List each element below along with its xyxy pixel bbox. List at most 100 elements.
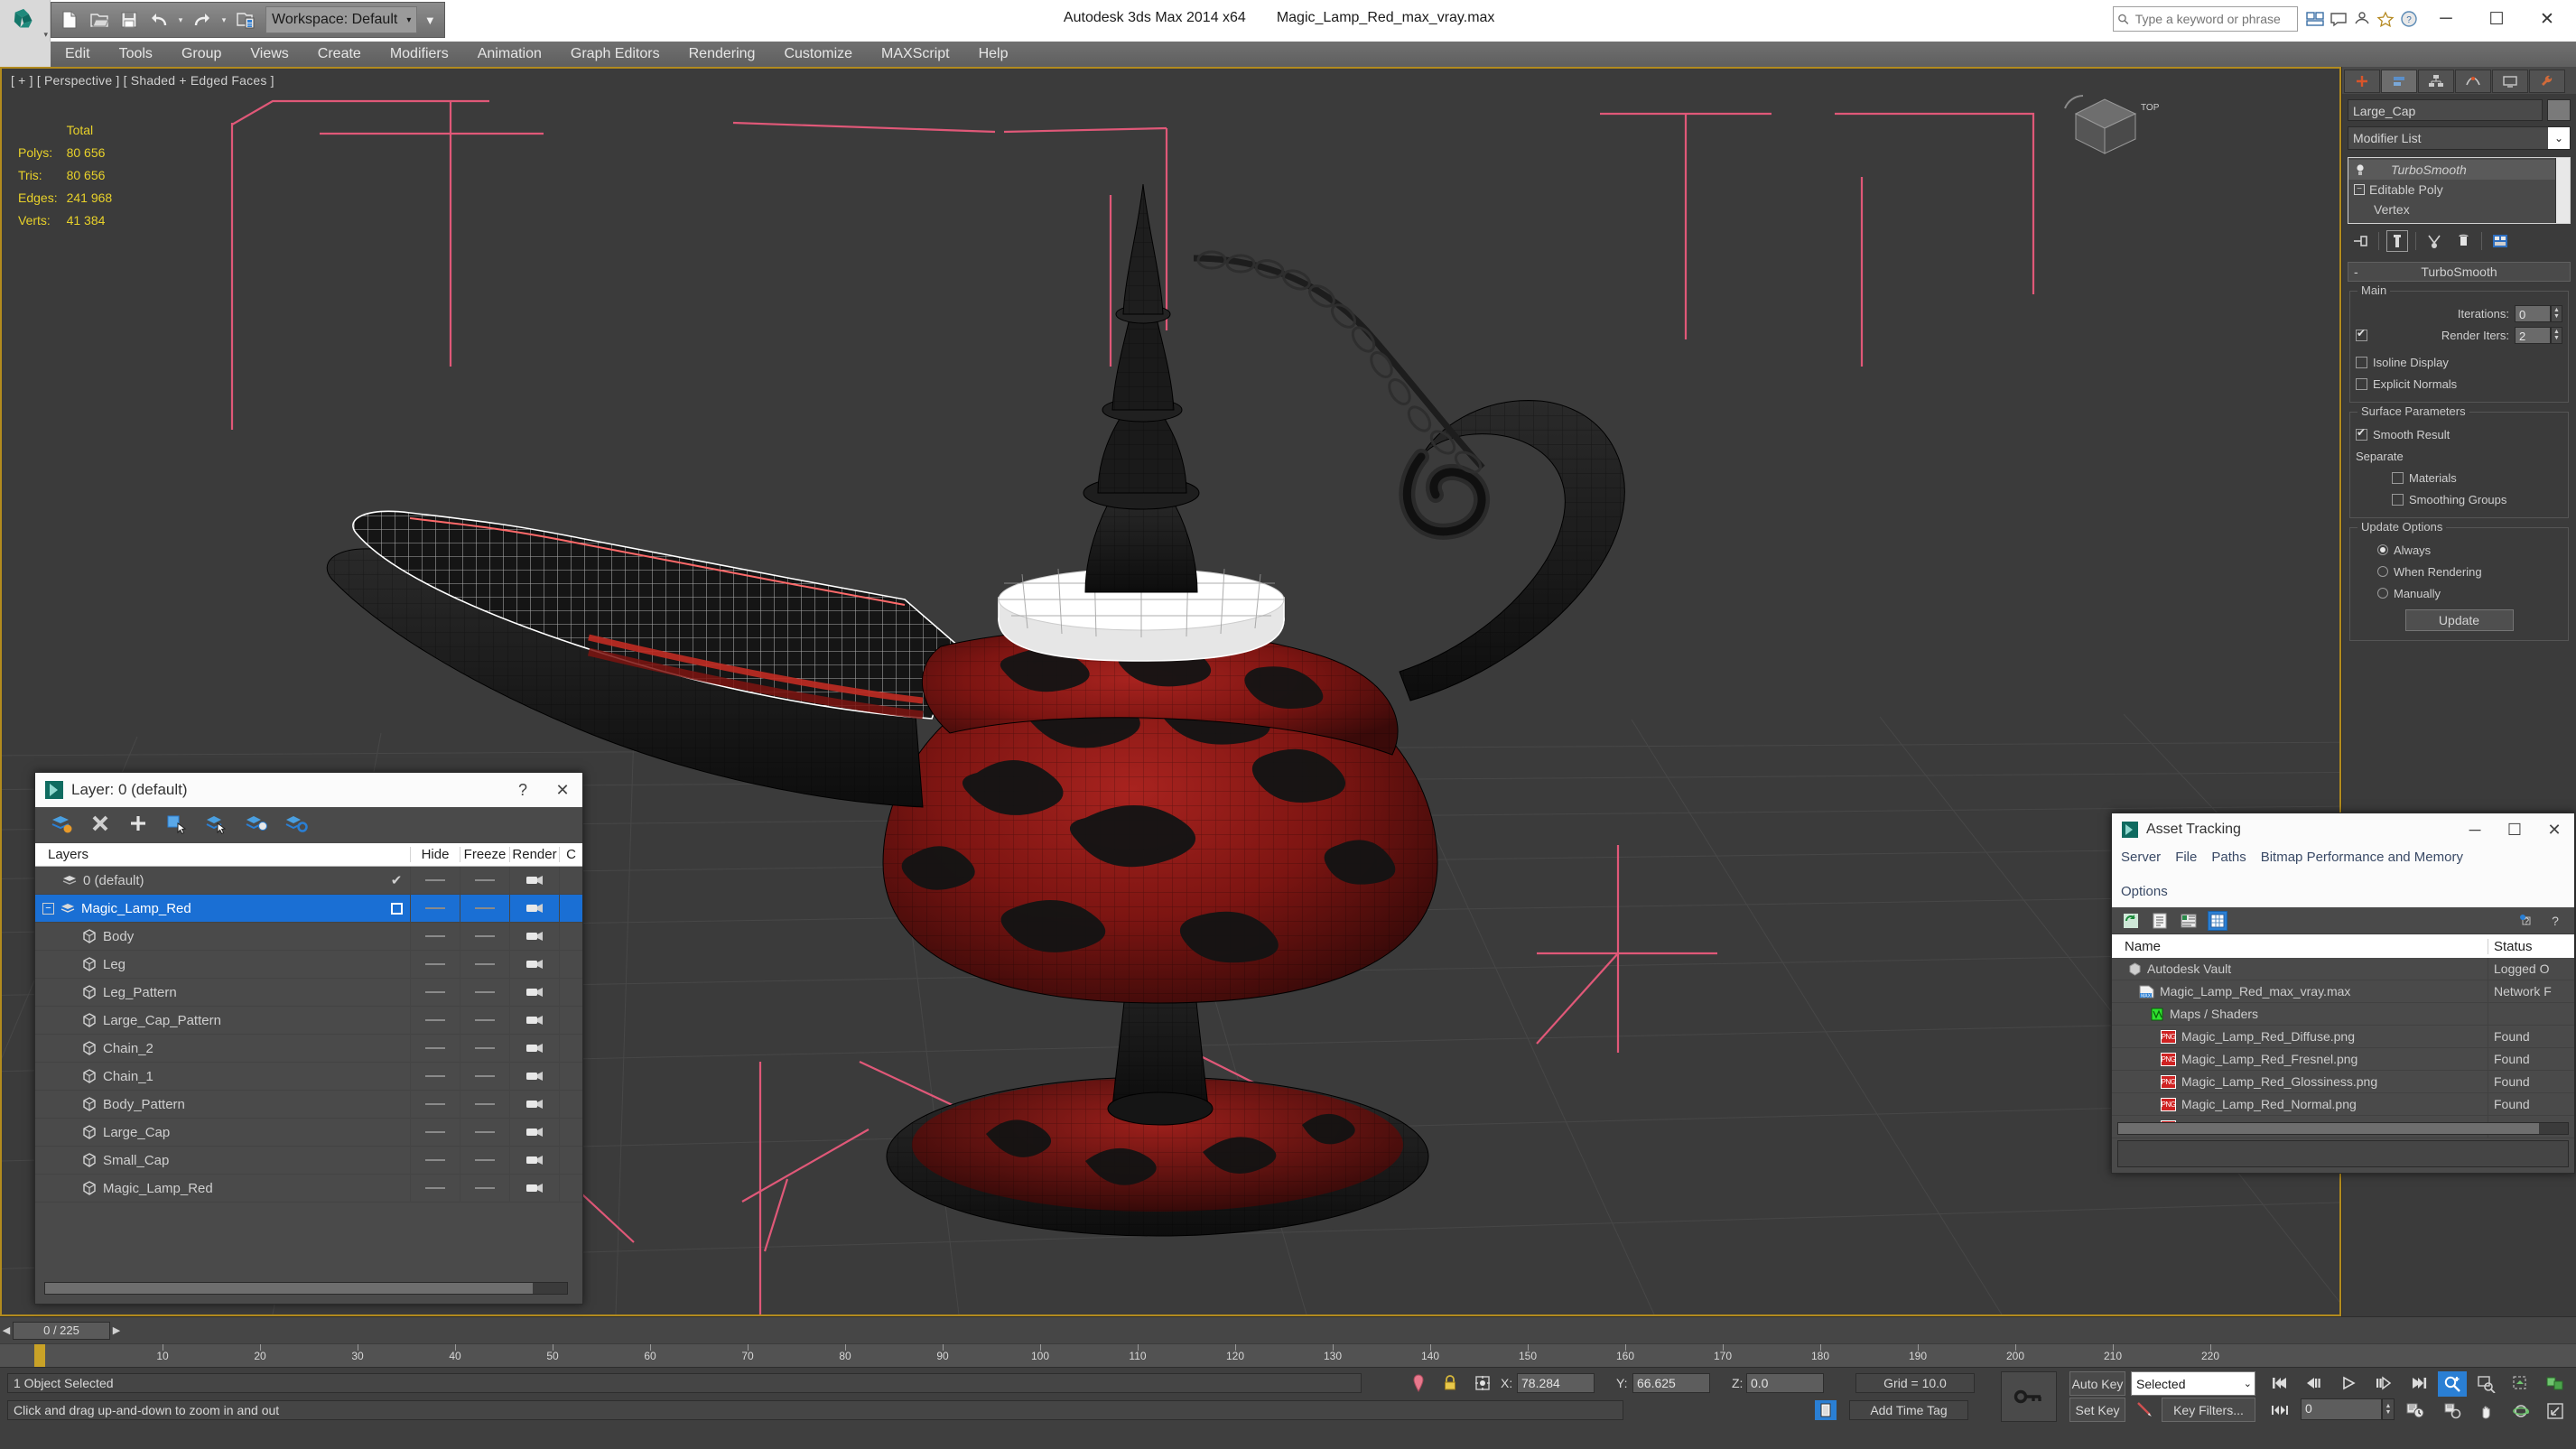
isoline-display-checkbox[interactable]	[2356, 356, 2367, 368]
color-cell[interactable]	[559, 1006, 582, 1035]
save-file-icon[interactable]	[116, 6, 143, 33]
undo-dropdown-caret-icon[interactable]: ▾	[175, 7, 186, 33]
chevron-down-icon[interactable]: ⌄	[2244, 1378, 2252, 1389]
expand-collapse-icon[interactable]: −	[2354, 184, 2365, 195]
key-mode-nav-icon[interactable]	[2266, 1398, 2293, 1422]
render-cell[interactable]	[509, 950, 559, 979]
time-ruler[interactable]: 10 20 30 40 50 60 70 80 90 100 110 120 1…	[0, 1343, 2576, 1368]
hide-cell[interactable]	[410, 1006, 460, 1035]
close-button[interactable]: ✕	[543, 773, 582, 807]
table-row[interactable]: PNG Magic_Lamp_Red_Diffuse.png Found	[2112, 1025, 2574, 1048]
freeze-cell[interactable]	[460, 1118, 509, 1147]
render-iters-value[interactable]: 2	[2515, 326, 2551, 344]
time-tag-icon[interactable]	[1815, 1400, 1837, 1420]
render-cell[interactable]	[509, 1118, 559, 1147]
hide-cell[interactable]	[410, 1090, 460, 1119]
workspace-switch-icon[interactable]	[2303, 5, 2327, 33]
open-file-icon[interactable]	[86, 6, 113, 33]
materials-checkbox[interactable]	[2392, 471, 2404, 484]
frame-indicator[interactable]: 0 / 225	[13, 1321, 110, 1340]
table-row[interactable]: Large_Cap	[35, 1118, 582, 1147]
add-selection-to-layer-icon[interactable]	[127, 813, 149, 839]
chevron-down-icon[interactable]: ⌄	[2548, 127, 2570, 149]
communication-center-icon[interactable]	[2327, 5, 2350, 33]
help-dialog-icon[interactable]: ?	[2516, 911, 2536, 931]
close-button[interactable]: ✕	[2522, 0, 2572, 38]
view-cube[interactable]: TOP	[2060, 87, 2160, 163]
column-layers[interactable]: Layers	[35, 847, 383, 862]
object-name-field[interactable]: Large_Cap	[2348, 99, 2543, 121]
help-question-icon[interactable]: ?	[2545, 911, 2565, 931]
asset-menu-server[interactable]: Server	[2121, 848, 2161, 868]
set-key-button[interactable]: Set Key	[2069, 1398, 2125, 1422]
color-cell[interactable]	[559, 978, 582, 1007]
detail-view-icon[interactable]	[2179, 911, 2199, 931]
render-cell[interactable]	[509, 1006, 559, 1035]
layer-dialog[interactable]: Layer: 0 (default) ? ✕ Layers Hide Freez…	[34, 772, 583, 1305]
freeze-cell[interactable]	[460, 1006, 509, 1035]
color-cell[interactable]	[559, 1146, 582, 1175]
refresh-icon[interactable]	[2121, 911, 2141, 931]
color-cell[interactable]	[559, 922, 582, 951]
time-configuration-icon[interactable]	[2402, 1398, 2429, 1422]
menu-item-group[interactable]: Group	[167, 42, 236, 67]
hide-cell[interactable]	[410, 978, 460, 1007]
modify-tab[interactable]	[2381, 70, 2417, 93]
z-coord-field[interactable]: 0.0	[1746, 1373, 1824, 1393]
current-frame-field[interactable]: 0	[2301, 1398, 2382, 1420]
asset-menu-paths[interactable]: Paths	[2211, 848, 2246, 868]
configure-modifier-sets-icon[interactable]	[2489, 230, 2511, 252]
modifier-stack-item-editable-poly[interactable]: − Editable Poly	[2348, 180, 2555, 200]
table-row[interactable]: PNG Magic_Lamp_Red_Glossiness.png Found	[2112, 1070, 2574, 1093]
y-coord-field[interactable]: 66.625	[1632, 1373, 1710, 1393]
hide-cell[interactable]	[410, 1062, 460, 1091]
current-layer-check[interactable]: ✔	[383, 867, 410, 895]
hide-cell[interactable]	[410, 922, 460, 951]
motion-tab[interactable]	[2455, 70, 2491, 93]
pan-view-icon[interactable]	[2472, 1398, 2501, 1424]
add-time-tag-button[interactable]: Add Time Tag	[1849, 1400, 1968, 1420]
table-row[interactable]: Leg	[35, 950, 582, 979]
track-bar-track[interactable]	[123, 1318, 2576, 1343]
quick-access-overflow-icon[interactable]: ▼	[420, 6, 440, 33]
select-objects-in-layer-icon[interactable]	[165, 813, 189, 839]
track-bar-prev-icon[interactable]: ◀	[0, 1319, 13, 1342]
next-frame-icon[interactable]	[2369, 1371, 2396, 1395]
modifier-stack-item-turbosmooth[interactable]: TurboSmooth	[2348, 160, 2555, 180]
update-when-rendering-row[interactable]: When Rendering	[2356, 561, 2562, 582]
render-iters-checkbox[interactable]	[2356, 327, 2367, 341]
asset-menu-bitmap-performance[interactable]: Bitmap Performance and Memory	[2261, 848, 2463, 868]
favorites-icon[interactable]	[2374, 5, 2397, 33]
color-cell[interactable]	[559, 1174, 582, 1203]
scrollbar-thumb[interactable]	[2118, 1123, 2539, 1134]
isolate-selection-icon[interactable]	[1409, 1373, 1428, 1393]
hide-cell[interactable]	[410, 950, 460, 979]
update-always-radio[interactable]	[2377, 544, 2388, 555]
set-project-folder-icon[interactable]	[232, 6, 259, 33]
set-key-filter-icon[interactable]	[2133, 1398, 2156, 1421]
freeze-cell[interactable]	[460, 1062, 509, 1091]
asset-tracking-title-bar[interactable]: Asset Tracking ─ ☐ ✕	[2112, 813, 2574, 846]
layer-properties-icon[interactable]	[284, 813, 308, 839]
freeze-cell[interactable]	[460, 867, 509, 895]
track-bar[interactable]: ◀ 0 / 225 ▶	[0, 1316, 2576, 1343]
show-end-result-icon[interactable]	[2386, 230, 2408, 252]
table-row[interactable]: Chain_1	[35, 1062, 582, 1091]
maximize-button[interactable]: ☐	[2471, 0, 2522, 38]
table-row[interactable]: Large_Cap_Pattern	[35, 1006, 582, 1035]
update-manually-row[interactable]: Manually	[2356, 582, 2562, 604]
current-layer-check[interactable]	[383, 895, 410, 923]
hierarchy-tab[interactable]	[2418, 70, 2454, 93]
go-to-end-icon[interactable]	[2405, 1371, 2432, 1395]
menu-item-edit[interactable]: Edit	[51, 42, 105, 67]
play-animation-icon[interactable]	[2335, 1371, 2362, 1395]
list-view-icon[interactable]	[2150, 911, 2170, 931]
field-of-view-icon[interactable]	[2438, 1398, 2467, 1424]
render-cell[interactable]	[509, 978, 559, 1007]
help-button[interactable]: ?	[503, 773, 543, 807]
grid-view-icon[interactable]	[2208, 910, 2227, 931]
column-name[interactable]: Name	[2112, 939, 2488, 954]
modifier-list-dropdown[interactable]: Modifier List ⌄	[2348, 126, 2571, 150]
freeze-cell[interactable]	[460, 978, 509, 1007]
modifier-stack-scrollbar[interactable]	[2555, 158, 2570, 223]
